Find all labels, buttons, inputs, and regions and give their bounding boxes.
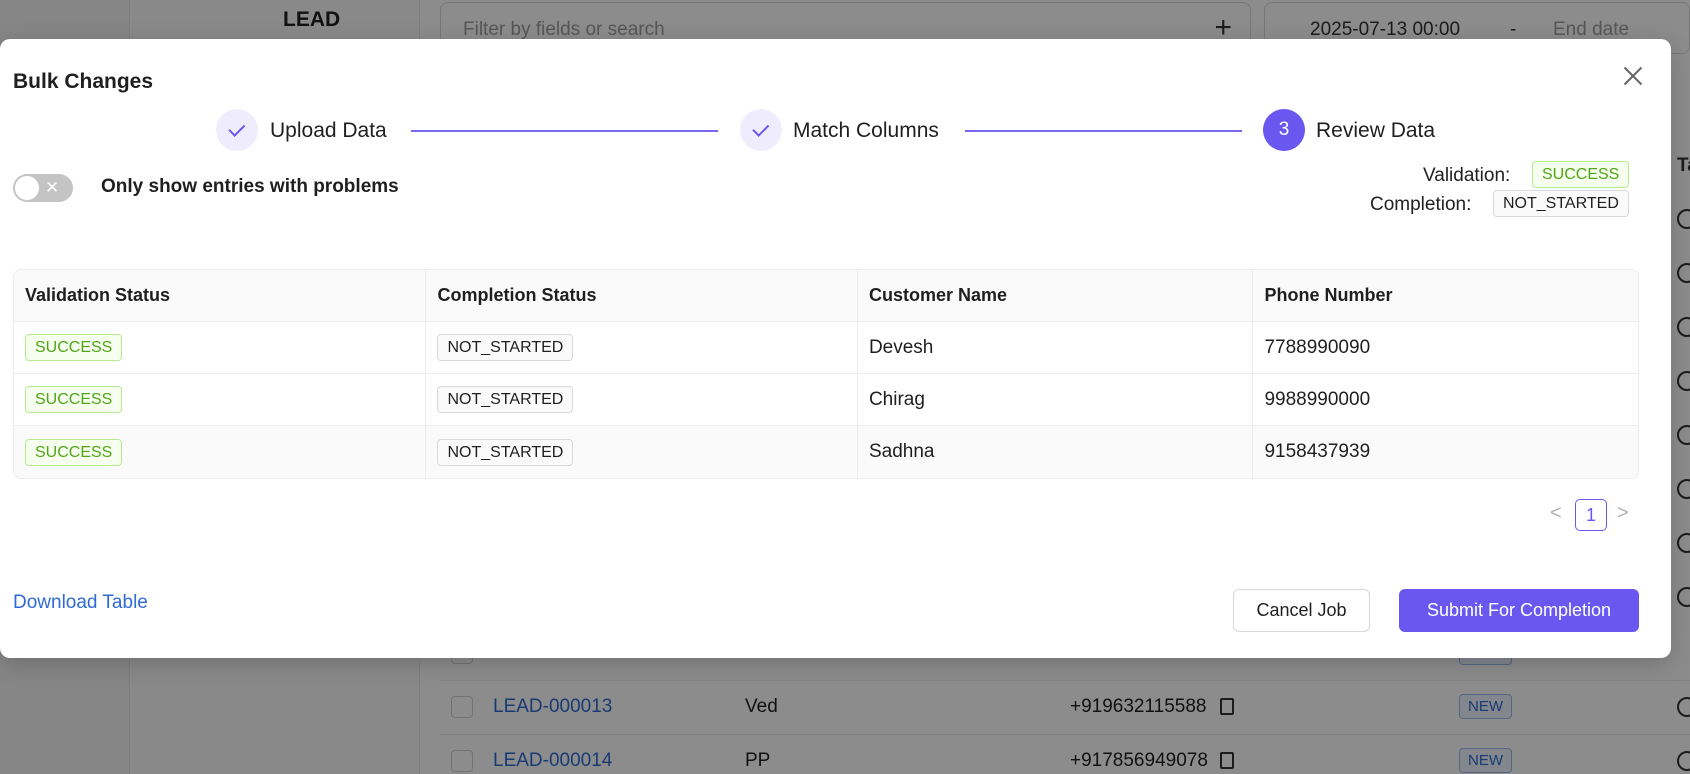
table-header: Validation Status Completion Status Cust…: [14, 270, 1638, 322]
customer-name-cell: Chirag: [858, 374, 1254, 425]
pagination-next-icon[interactable]: >: [1617, 502, 1629, 525]
problems-only-toggle[interactable]: ✕: [13, 174, 73, 202]
pagination-page-1[interactable]: 1: [1575, 499, 1607, 531]
column-header-completion: Completion Status: [426, 270, 858, 321]
pagination-prev-icon[interactable]: <: [1550, 502, 1562, 525]
completion-summary-label: Completion:: [1370, 194, 1472, 215]
close-icon[interactable]: [1620, 63, 1646, 89]
validation-summary-badge: SUCCESS: [1532, 161, 1630, 188]
step-upload-check-icon: [216, 109, 258, 151]
download-table-link[interactable]: Download Table: [13, 592, 148, 614]
step-review-label: Review Data: [1316, 119, 1436, 142]
table-row: SUCCESS NOT_STARTED Chirag 9988990000: [14, 374, 1638, 426]
column-header-phone: Phone Number: [1264, 285, 1393, 305]
step-match-label: Match Columns: [793, 119, 939, 142]
step-connector: [965, 130, 1242, 132]
problems-only-label: Only show entries with problems: [101, 176, 399, 197]
toggle-off-icon: ✕: [45, 178, 60, 197]
completion-status-badge: NOT_STARTED: [437, 334, 574, 361]
column-header-customer-name: Customer Name: [858, 270, 1254, 321]
step-upload-label: Upload Data: [270, 119, 387, 142]
modal-title: Bulk Changes: [13, 70, 154, 93]
submit-for-completion-button[interactable]: Submit For Completion: [1399, 589, 1639, 632]
toggle-knob: [15, 176, 39, 200]
cancel-job-button[interactable]: Cancel Job: [1233, 589, 1370, 632]
table-row: SUCCESS NOT_STARTED Devesh 7788990090: [14, 322, 1638, 374]
phone-number-cell: 9158437939: [1264, 441, 1371, 462]
column-header-validation: Validation Status: [14, 270, 427, 321]
bulk-changes-modal: Bulk Changes Upload Data Match Columns 3…: [0, 39, 1671, 658]
step-connector: [411, 130, 718, 132]
validation-status-badge: SUCCESS: [25, 334, 123, 361]
customer-name-cell: Devesh: [858, 322, 1254, 373]
phone-number-cell: 9988990000: [1264, 388, 1371, 410]
table-row: SUCCESS NOT_STARTED Sadhna 9158437939: [14, 426, 1638, 478]
validation-status-badge: SUCCESS: [25, 438, 123, 466]
completion-status-badge: NOT_STARTED: [437, 386, 574, 413]
step-match-check-icon: [740, 109, 782, 151]
completion-status-badge: NOT_STARTED: [437, 438, 574, 466]
phone-number-cell: 7788990090: [1264, 336, 1371, 358]
validation-status-badge: SUCCESS: [25, 386, 123, 413]
completion-summary-badge: NOT_STARTED: [1493, 190, 1629, 217]
step-review-number: 3: [1263, 109, 1305, 151]
customer-name-cell: Sadhna: [858, 426, 1254, 478]
validation-summary-label: Validation:: [1423, 165, 1511, 186]
review-data-table: Validation Status Completion Status Cust…: [13, 269, 1639, 479]
